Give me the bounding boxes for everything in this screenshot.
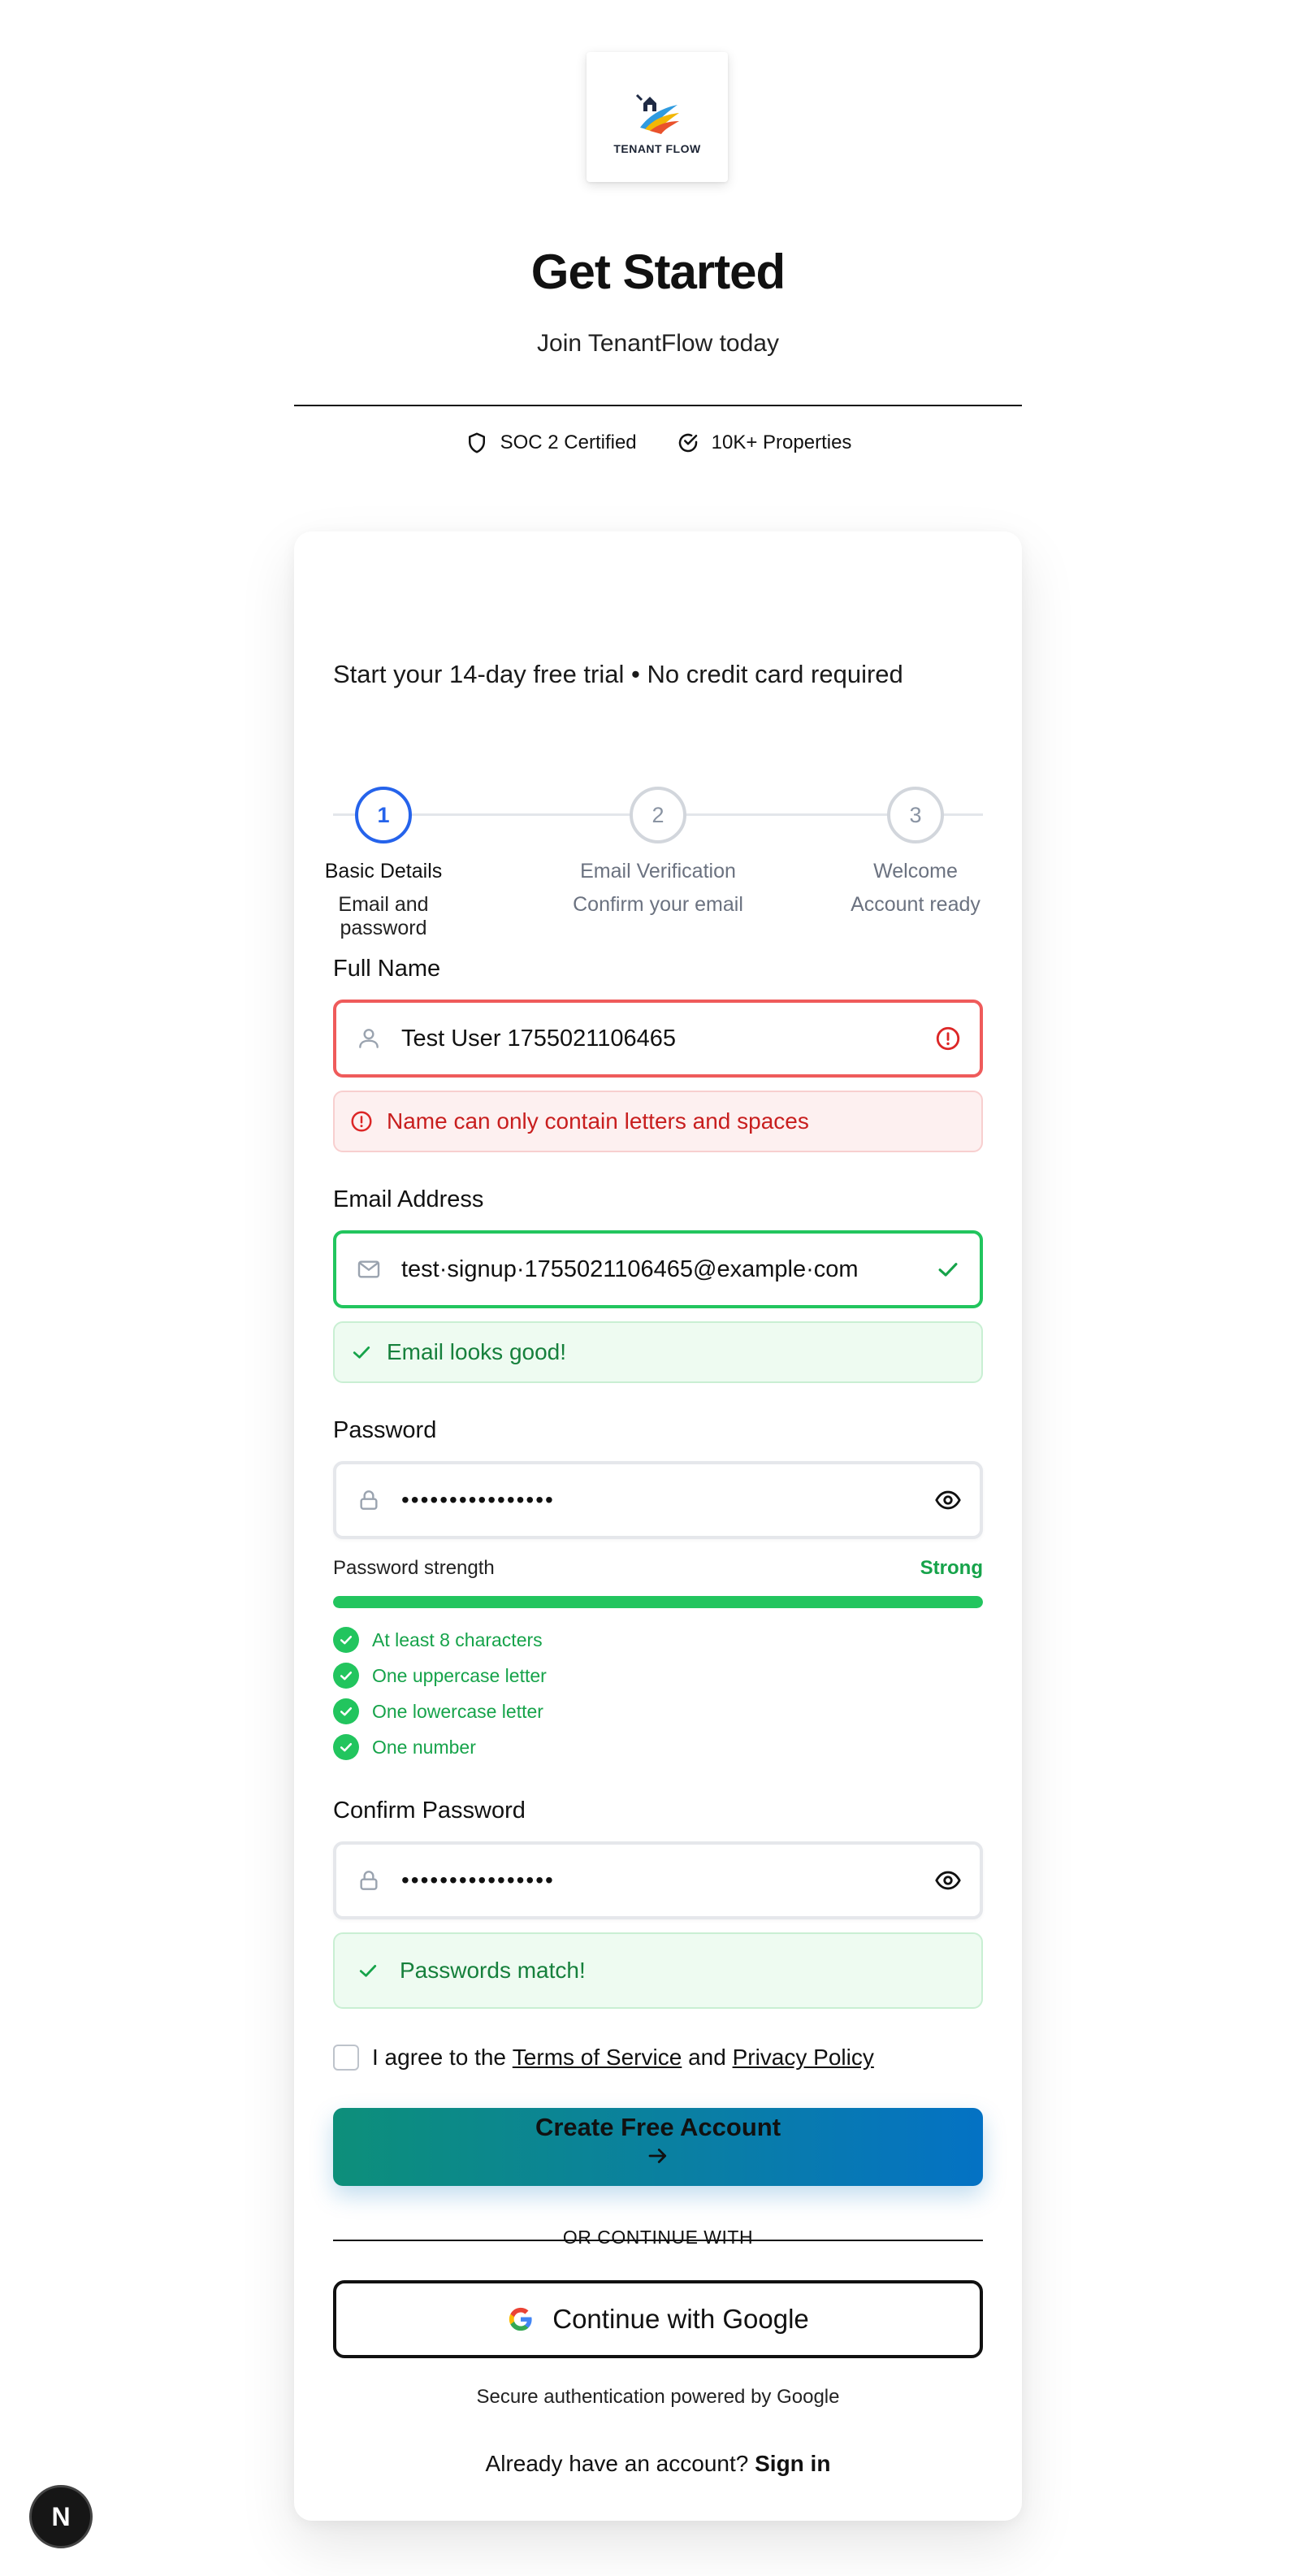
check-icon bbox=[353, 1347, 370, 1359]
page-title: Get Started bbox=[530, 245, 786, 299]
confirm-password-value: •••••••••••••••• bbox=[401, 1867, 555, 1893]
step-email-verification: 2 Email Verification Confirm your email bbox=[569, 787, 747, 917]
requirement-item: One lowercase letter bbox=[333, 1698, 543, 1724]
step-welcome: 3 Welcome Account ready bbox=[830, 787, 1001, 917]
google-button-label: Continue with Google bbox=[552, 2304, 809, 2334]
signin-prompt-text: Already have an account? bbox=[485, 2451, 749, 2476]
google-signin-button[interactable]: Continue with Google bbox=[333, 2280, 983, 2358]
agree-and: and bbox=[688, 2045, 726, 2070]
step-subtitle: Confirm your email bbox=[573, 893, 743, 916]
step-title: Basic Details bbox=[324, 860, 443, 883]
confirm-password-label: Confirm Password bbox=[333, 1798, 526, 1824]
eye-icon[interactable] bbox=[934, 1867, 962, 1894]
step-subtitle: Account ready bbox=[851, 893, 981, 916]
requirement-text: One uppercase letter bbox=[372, 1664, 547, 1686]
nextjs-dev-badge[interactable]: N bbox=[29, 2485, 93, 2548]
terms-link[interactable]: Terms of Service bbox=[513, 2045, 682, 2071]
privacy-link[interactable]: Privacy Policy bbox=[733, 2045, 874, 2071]
step-number: 3 bbox=[887, 787, 944, 843]
trial-text: Start your 14-day free trial • No credit… bbox=[333, 660, 903, 688]
agree-prefix: I agree to the bbox=[372, 2045, 507, 2070]
step-title: Email Verification bbox=[580, 860, 736, 883]
requirement-item: One uppercase letter bbox=[333, 1663, 547, 1689]
header-divider bbox=[294, 405, 1022, 406]
trust-badges: SOC 2 Certified 10K+ Properties bbox=[0, 431, 1316, 455]
check-circle-icon bbox=[333, 1627, 359, 1653]
check-icon bbox=[359, 1965, 377, 1977]
requirement-text: One lowercase letter bbox=[372, 1700, 543, 1722]
password-field[interactable]: •••••••••••••••• bbox=[333, 1461, 983, 1539]
step-basic-details: 1 Basic Details Email and password bbox=[294, 787, 473, 940]
password-label: Password bbox=[333, 1417, 437, 1443]
full-name-label: Full Name bbox=[333, 956, 441, 982]
step-number: 1 bbox=[355, 787, 412, 843]
check-circle-icon bbox=[333, 1698, 359, 1724]
password-value: •••••••••••••••• bbox=[401, 1487, 555, 1512]
arrow-right-icon bbox=[648, 2149, 667, 2163]
signin-link[interactable]: Sign in bbox=[755, 2451, 830, 2476]
lock-icon bbox=[360, 1871, 378, 1890]
check-icon bbox=[938, 1263, 958, 1277]
terms-checkbox[interactable] bbox=[333, 2045, 359, 2071]
terms-agreement: I agree to the Terms of Service and Priv… bbox=[333, 2045, 874, 2071]
full-name-value: Test User 1755021106465 bbox=[401, 1025, 677, 1052]
passwords-match-message: Passwords match! bbox=[333, 1932, 983, 2009]
step-title: Welcome bbox=[873, 860, 958, 883]
success-text: Email looks good! bbox=[387, 1339, 567, 1364]
tenantflow-logo-icon bbox=[635, 93, 679, 134]
user-icon bbox=[359, 1029, 379, 1048]
confirm-password-field[interactable]: •••••••••••••••• bbox=[333, 1841, 983, 1919]
success-text: Passwords match! bbox=[400, 1958, 586, 1983]
full-name-field[interactable]: Test User 1755021106465 bbox=[333, 1000, 983, 1078]
check-circle-icon bbox=[333, 1734, 359, 1760]
error-text: Name can only contain letters and spaces bbox=[387, 1108, 809, 1134]
strength-bar-fill bbox=[333, 1596, 983, 1608]
shield-icon bbox=[468, 432, 485, 453]
strength-label: Password strength bbox=[333, 1557, 495, 1579]
signup-card: Start your 14-day free trial • No credit… bbox=[294, 531, 1022, 2521]
email-success: Email looks good! bbox=[333, 1321, 983, 1383]
brand-logo[interactable]: TENANT FLOW bbox=[587, 52, 728, 182]
page-subtitle: Join TenantFlow today bbox=[537, 330, 779, 357]
requirement-item: One number bbox=[333, 1734, 476, 1760]
create-account-label: Create Free Account bbox=[535, 2113, 781, 2141]
email-label: Email Address bbox=[333, 1186, 484, 1212]
email-value: test·signup·1755021106465@example·com bbox=[401, 1255, 859, 1282]
badge-label: SOC 2 Certified bbox=[500, 432, 637, 453]
secure-auth-text: Secure authentication powered by Google bbox=[476, 2386, 840, 2408]
strength-value: Strong bbox=[920, 1557, 983, 1579]
badge-label: 10K+ Properties bbox=[711, 432, 852, 453]
create-account-button[interactable]: Create Free Account bbox=[333, 2108, 983, 2186]
lock-icon bbox=[360, 1490, 378, 1510]
alert-circle-icon bbox=[351, 1111, 372, 1132]
badge-soc2: SOC 2 Certified bbox=[465, 431, 637, 455]
google-icon bbox=[509, 2307, 532, 2331]
badge-properties: 10K+ Properties bbox=[676, 431, 852, 455]
check-circle-icon bbox=[678, 433, 697, 453]
email-field[interactable]: test·signup·1755021106465@example·com bbox=[333, 1230, 983, 1308]
requirement-text: One number bbox=[372, 1736, 476, 1758]
check-circle-icon bbox=[333, 1663, 359, 1689]
requirement-text: At least 8 characters bbox=[372, 1628, 543, 1650]
mail-icon bbox=[357, 1260, 380, 1278]
or-divider-text: OR CONTINUE WITH bbox=[562, 2227, 754, 2248]
requirement-item: At least 8 characters bbox=[333, 1627, 543, 1653]
strength-bar bbox=[333, 1596, 983, 1608]
step-subtitle: Email and password bbox=[338, 893, 429, 939]
alert-circle-icon bbox=[936, 1026, 960, 1051]
eye-icon[interactable] bbox=[934, 1486, 962, 1514]
logo-text: TENANT FLOW bbox=[613, 142, 701, 155]
full-name-error: Name can only contain letters and spaces bbox=[333, 1091, 983, 1152]
signin-prompt: Already have an account? Sign in bbox=[294, 2451, 1022, 2477]
step-number: 2 bbox=[630, 787, 686, 843]
